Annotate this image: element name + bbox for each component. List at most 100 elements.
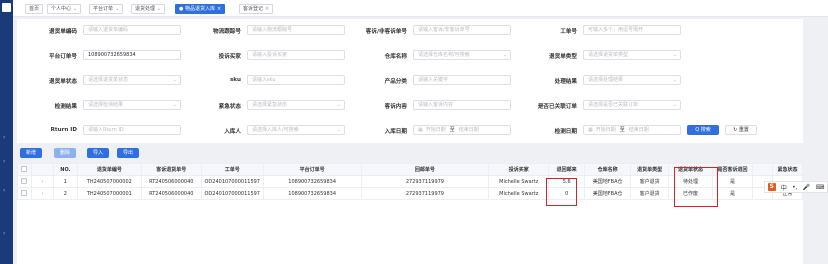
search-button[interactable]: Q 搜索 xyxy=(687,125,719,135)
storer-placeholder: 请选择入库人/可搜索 xyxy=(252,127,299,133)
ime-lang-toggle[interactable]: 中 xyxy=(781,183,787,192)
highlight-box xyxy=(546,178,577,206)
handle-result-select[interactable]: 请选择处理结果 ⌄ xyxy=(583,75,681,85)
chevron-icon[interactable]: › xyxy=(3,187,5,194)
chevron-right-icon[interactable]: › xyxy=(41,179,43,185)
sku-label: sku xyxy=(229,77,241,83)
expand-toggle[interactable]: › xyxy=(30,175,54,188)
check-result-select[interactable]: 请选择检测结果 ⌄ xyxy=(83,100,181,110)
urgency-placeholder: 请选择紧急状态 xyxy=(252,102,288,108)
return-table: NO. 退货单编号 客诉退货单号 工单号 平台订单号 回邮单号 投诉买家 退回邮… xyxy=(17,163,804,264)
filter-panel: 退货单编码 请输入退货单编码 物流跟踪号 请输入物流跟踪号 客诉/非客诉单号 请… xyxy=(17,19,803,143)
storer-select[interactable]: 请选择入库人/可搜索 ⌄ xyxy=(247,125,345,135)
complaint-no-input[interactable]: 请输入客诉/非客诉单号 xyxy=(413,25,511,35)
product-category-input[interactable]: 请输入关键字 xyxy=(413,75,511,85)
table-cell: 108900732659834 xyxy=(262,187,362,200)
select-all-checkbox[interactable] xyxy=(17,163,32,176)
tab-platform-orders[interactable]: 平台订单 ⌄ xyxy=(89,4,124,14)
warehouse-select[interactable]: 请选择仓库名称/可搜索 ⌄ xyxy=(413,50,511,60)
reset-button[interactable]: ↻ 重置 xyxy=(725,125,757,135)
platform-order-label: 平台订单号 xyxy=(49,54,77,60)
storer-label: 入库人 xyxy=(224,129,241,135)
tab-label: 平台订单 xyxy=(93,6,114,12)
chevron-icon[interactable]: › xyxy=(3,134,5,141)
logistics-no-label: 物流跟踪号 xyxy=(213,29,241,35)
export-button[interactable]: 导出 xyxy=(117,148,139,158)
column-header: 工单号 xyxy=(200,163,264,176)
sku-input[interactable]: 请输入sku xyxy=(247,75,345,85)
tab-label: 个人中心 xyxy=(51,6,72,12)
check-result-placeholder: 请选择检测结果 xyxy=(88,102,124,108)
checkbox-icon[interactable] xyxy=(21,178,28,185)
tab-complaint-register[interactable]: 客诉登记 × xyxy=(239,4,274,14)
import-button[interactable]: 导入 xyxy=(87,148,109,158)
calendar-icon: ▦ xyxy=(418,127,423,133)
rturn-id-label: Rturn ID xyxy=(50,127,77,133)
checkbox-icon[interactable] xyxy=(21,190,28,197)
in-date-range[interactable]: ▦ 开始日期至结束日期 xyxy=(413,125,511,135)
chevron-down-icon: ⌄ xyxy=(502,52,507,58)
complaint-no-label: 客诉/非客诉单号 xyxy=(365,29,407,35)
column-header: 是否客诉退回 xyxy=(712,163,753,176)
work-no-label: 工单号 xyxy=(560,29,577,35)
complaint-content-input[interactable]: 请输入客诉内容 xyxy=(413,100,511,110)
expand-toggle[interactable]: › xyxy=(30,187,54,200)
chevron-down-icon: ⌄ xyxy=(336,102,341,108)
table-cell: 108900732659834 xyxy=(262,175,362,188)
platform-order-input[interactable]: 108900732659834 xyxy=(83,50,181,60)
table-cell: OD240107000011597 xyxy=(200,187,264,200)
chevron-right-icon[interactable]: › xyxy=(41,191,43,197)
tab-return-handling[interactable]: 退货处理 ⌄ xyxy=(131,4,166,14)
tab-item-return-storage[interactable]: ● 物品退货入库 × xyxy=(175,4,226,14)
linked-order-select[interactable]: 请选择是否已关联订单 ⌄ xyxy=(583,100,681,110)
close-icon[interactable]: × xyxy=(217,6,221,12)
microphone-icon[interactable]: 🎤 xyxy=(803,184,810,191)
column-header: 退货单类型 xyxy=(630,163,670,176)
work-no-input[interactable]: 可输入多个，用逗号隔开 xyxy=(583,25,681,35)
chevron-down-icon: ⌄ xyxy=(172,102,177,108)
return-no-input[interactable]: 请输入退货单编码 xyxy=(83,25,181,35)
delete-button[interactable]: 删除 xyxy=(54,148,76,158)
start-date-placeholder: 开始日期 xyxy=(425,127,446,133)
table-cell: RT240506000040 xyxy=(140,187,202,200)
keyboard-icon[interactable]: ⌨ xyxy=(816,184,825,191)
range-separator: 至 xyxy=(449,127,455,133)
table-cell: 美国地FBA仓 xyxy=(584,187,632,200)
chevron-icon[interactable]: › xyxy=(3,158,5,165)
return-status-select[interactable]: 请选择退货单状态 ⌄ xyxy=(83,75,181,85)
tab-label: ● 物品退货入库 xyxy=(179,6,215,12)
return-status-label: 退货单状态 xyxy=(49,79,77,85)
calendar-icon: ▦ xyxy=(588,127,593,133)
table-cell: 是 xyxy=(712,187,753,200)
tab-personal-center[interactable]: 个人中心 ⌄ xyxy=(47,4,82,14)
return-status-placeholder: 请选择退货单状态 xyxy=(88,77,129,83)
tab-home[interactable]: 首页 xyxy=(25,4,44,14)
urgency-select[interactable]: 请选择紧急状态 ⌄ xyxy=(247,100,345,110)
check-date-label: 检测日期 xyxy=(554,129,577,135)
add-button[interactable]: 新增 xyxy=(20,148,42,158)
left-sidebar: › › › › xyxy=(0,0,13,264)
row-checkbox[interactable] xyxy=(17,175,32,188)
chevron-icon[interactable]: › xyxy=(3,230,5,237)
return-type-select[interactable]: 请选择退货单类型 ⌄ xyxy=(583,50,681,60)
table-cell: RT240506000040 xyxy=(140,175,202,188)
logistics-no-input[interactable]: 请输入物流跟踪号 xyxy=(247,25,345,35)
handle-result-placeholder: 请选择处理结果 xyxy=(588,77,624,83)
chevron-down-icon: ⌄ xyxy=(172,77,177,83)
right-gutter xyxy=(806,146,828,264)
row-checkbox[interactable] xyxy=(17,187,32,200)
table-cell: 272937119979 xyxy=(360,187,490,200)
chevron-down-icon: ⌄ xyxy=(157,6,162,12)
chevron-down-icon: ⌄ xyxy=(73,6,78,12)
end-date-placeholder: 结束日期 xyxy=(628,127,649,133)
check-date-range[interactable]: ▦ 开始日期至结束日期 xyxy=(583,125,681,135)
buyer-input[interactable]: 请输入投诉买家 xyxy=(247,50,345,60)
ime-punct-toggle[interactable]: •, xyxy=(792,184,797,191)
table-cell: Michelle Swartz xyxy=(488,175,550,188)
column-header: 平台订单号 xyxy=(262,163,362,176)
rturn-id-input[interactable]: 请输入Rturn ID xyxy=(83,125,181,135)
end-date-placeholder: 结束日期 xyxy=(458,127,479,133)
checkbox-icon[interactable] xyxy=(21,166,28,173)
buyer-label: 投诉买家 xyxy=(218,54,241,60)
close-icon[interactable]: × xyxy=(265,6,269,12)
